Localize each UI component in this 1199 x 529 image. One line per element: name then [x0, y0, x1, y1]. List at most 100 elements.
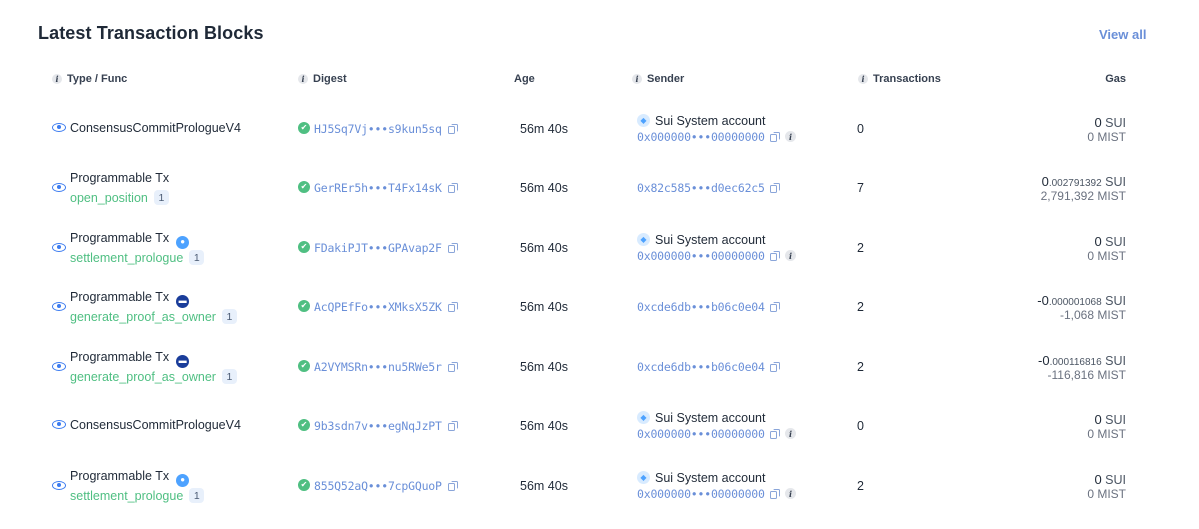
dark-package-icon: ▬ — [176, 294, 190, 308]
type-text: Programmable Tx — [70, 469, 170, 483]
copy-icon[interactable] — [448, 183, 458, 193]
function-name[interactable]: open_position — [70, 191, 148, 205]
info-icon[interactable]: i — [785, 428, 796, 439]
sender-address-link[interactable]: 0x000000•••00000000 — [637, 427, 765, 441]
function-count-badge: 1 — [153, 190, 169, 205]
copy-icon[interactable] — [448, 421, 458, 431]
gas-sui-value: 0 SUI — [1094, 115, 1126, 130]
view-details-eye-icon[interactable] — [52, 302, 66, 311]
age-value: 56m 40s — [520, 181, 568, 195]
view-details-eye-icon[interactable] — [52, 481, 66, 490]
copy-icon[interactable] — [770, 362, 780, 372]
column-header-digest-label: Digest — [313, 73, 347, 85]
view-details-eye-icon[interactable] — [52, 123, 66, 132]
info-icon[interactable]: i — [785, 488, 796, 499]
copy-icon[interactable] — [770, 251, 780, 261]
gas-fraction: .000116816 — [1049, 357, 1102, 368]
function-name[interactable]: generate_proof_as_owner — [70, 310, 216, 324]
gas-mist-value: 0 MIST — [1087, 427, 1126, 441]
type-label: ConsensusCommitPrologueV4 — [70, 121, 241, 135]
sender-address-link[interactable]: 0x000000•••00000000 — [637, 487, 765, 501]
function-link[interactable]: generate_proof_as_owner 1 — [70, 369, 237, 384]
info-icon[interactable]: i — [785, 131, 796, 142]
sender-address-link[interactable]: 0xcde6db•••b06c0e04 — [637, 300, 765, 314]
function-count-badge: 1 — [189, 488, 205, 503]
digest-link[interactable]: 855Q52aQ•••7cpGQuoP — [314, 479, 442, 493]
digest-link[interactable]: A2VYMSRn•••nu5RWe5r — [314, 360, 442, 374]
gas-mist-value: 0 MIST — [1087, 249, 1126, 263]
function-count-badge: 1 — [221, 309, 237, 324]
view-details-eye-icon[interactable] — [52, 362, 66, 371]
copy-icon[interactable] — [770, 302, 780, 312]
gas-mist-value: 2,791,392 MIST — [1040, 189, 1126, 203]
table-row: Programmable Tx ▬ generate_proof_as_owner 1… — [0, 337, 1199, 396]
copy-icon[interactable] — [770, 489, 780, 499]
gas-mist-value: -116,816 MIST — [1047, 368, 1126, 382]
digest-link[interactable]: FDakiPJT•••GPAvap2F — [314, 241, 442, 255]
function-name[interactable]: generate_proof_as_owner — [70, 370, 216, 384]
info-icon[interactable]: i — [632, 74, 642, 84]
view-all-link[interactable]: View all — [1099, 27, 1146, 42]
function-link[interactable]: generate_proof_as_owner 1 — [70, 309, 237, 324]
type-label: Programmable Tx ▬ — [70, 290, 190, 308]
info-icon[interactable]: i — [298, 74, 308, 84]
digest-link[interactable]: GerREr5h•••T4Fx14sK — [314, 181, 442, 195]
gas-sui-value: 0.002791392 SUI — [1042, 174, 1126, 189]
digest-link[interactable]: AcQPEfFo•••XMksX5ZK — [314, 300, 442, 314]
sender-address-link[interactable]: 0x82c585•••d0ec62c5 — [637, 181, 765, 195]
info-icon[interactable]: i — [785, 250, 796, 261]
view-details-eye-icon[interactable] — [52, 243, 66, 252]
transactions-count: 0 — [857, 419, 864, 433]
table-row: Programmable Tx open_position 1 ✔ GerREr5h••… — [0, 158, 1199, 217]
dark-package-icon: ▬ — [176, 354, 190, 368]
view-details-eye-icon[interactable] — [52, 420, 66, 429]
success-check-icon: ✔ — [298, 419, 310, 431]
age-value: 56m 40s — [520, 122, 568, 136]
digest-link[interactable]: 9b3sdn7v•••egNqJzPT — [314, 419, 442, 433]
table-row: Programmable Tx ● settlement_prologue 1 ✔ 855… — [0, 456, 1199, 515]
sui-logo-icon: ◆ — [637, 233, 650, 246]
function-link[interactable]: settlement_prologue 1 — [70, 250, 205, 265]
view-details-eye-icon[interactable] — [52, 183, 66, 192]
function-link[interactable]: open_position 1 — [70, 190, 169, 205]
sui-drop-icon: ● — [176, 473, 190, 487]
type-text: ConsensusCommitPrologueV4 — [70, 121, 241, 135]
info-icon[interactable]: i — [858, 74, 868, 84]
gas-fraction: .002791392 — [1048, 178, 1102, 189]
sender-name: Sui System account — [655, 233, 766, 247]
gas-unit: SUI — [1105, 354, 1126, 368]
gas-integer: 0 — [1094, 412, 1102, 427]
sender-address-link[interactable]: 0x000000•••00000000 — [637, 249, 765, 263]
sender-address-link[interactable]: 0xcde6db•••b06c0e04 — [637, 360, 765, 374]
gas-sui-value: 0 SUI — [1094, 412, 1126, 427]
gas-mist-value: -1,068 MIST — [1059, 308, 1126, 322]
copy-icon[interactable] — [448, 302, 458, 312]
gas-unit: SUI — [1105, 413, 1126, 427]
function-name[interactable]: settlement_prologue — [70, 251, 183, 265]
copy-icon[interactable] — [448, 481, 458, 491]
copy-icon[interactable] — [770, 429, 780, 439]
copy-icon[interactable] — [448, 124, 458, 134]
type-text: Programmable Tx — [70, 171, 170, 185]
gas-unit: SUI — [1105, 473, 1126, 487]
sender-name: Sui System account — [655, 114, 766, 128]
copy-icon[interactable] — [448, 362, 458, 372]
type-label: Programmable Tx — [70, 171, 169, 185]
sender-address-link[interactable]: 0x000000•••00000000 — [637, 130, 765, 144]
column-header-gas-label: Gas — [1105, 73, 1126, 85]
type-label: Programmable Tx ● — [70, 469, 190, 487]
gas-mist-value: 0 MIST — [1087, 487, 1126, 501]
column-header-digest: i Digest — [298, 73, 347, 85]
table-row: ConsensusCommitPrologueV4 ✔ 9b3sdn7v•••egN… — [0, 396, 1199, 455]
column-header-age: Age — [514, 73, 535, 85]
success-check-icon: ✔ — [298, 479, 310, 491]
digest-link[interactable]: HJ5Sq7Vj•••s9kun5sq — [314, 122, 442, 136]
copy-icon[interactable] — [770, 183, 780, 193]
copy-icon[interactable] — [770, 132, 780, 142]
copy-icon[interactable] — [448, 243, 458, 253]
info-icon[interactable]: i — [52, 74, 62, 84]
gas-integer: 0 — [1094, 472, 1102, 487]
function-name[interactable]: settlement_prologue — [70, 489, 183, 503]
function-link[interactable]: settlement_prologue 1 — [70, 488, 205, 503]
type-label: ConsensusCommitPrologueV4 — [70, 418, 241, 432]
